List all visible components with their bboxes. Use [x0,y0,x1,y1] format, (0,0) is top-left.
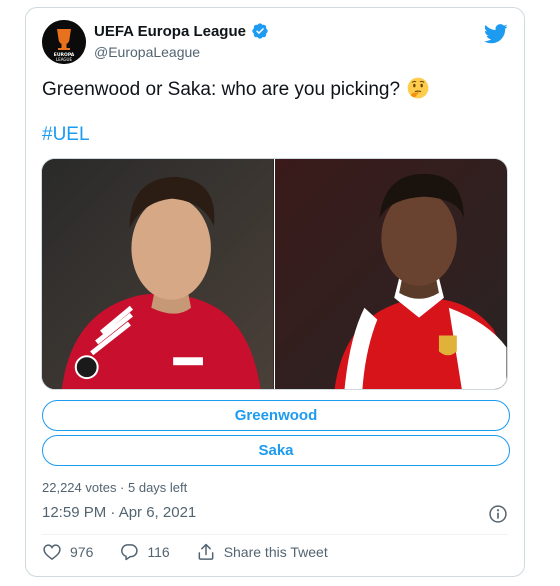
player-photo-right [275,159,507,389]
tweet-text: Greenwood or Saka: who are you picking? [42,77,429,102]
actions-divider [42,534,508,535]
like-count: 976 [70,544,94,560]
share-label: Share this Tweet [223,544,328,560]
tweet-card: EUROPA LEAGUE UEFA Europa League @Europa… [25,7,525,577]
share-icon [198,543,214,560]
tweet-media[interactable] [41,158,508,390]
thinking-face-icon [407,77,429,99]
poll-option-saka[interactable]: Saka [42,435,510,466]
reply-bubble-icon [121,544,139,561]
poll-meta: 22,224 votes · 5 days left [42,480,188,495]
twitter-bird-icon[interactable] [484,24,508,44]
account-name-row[interactable]: UEFA Europa League [94,22,269,40]
tweet-body: Greenwood or Saka: who are you picking? [42,79,401,100]
share-button[interactable]: Share this Tweet [196,542,328,562]
hashtag-link[interactable]: #UEL [42,124,90,146]
svg-text:LEAGUE: LEAGUE [56,57,72,62]
heart-icon [43,544,61,561]
media-right-player[interactable] [275,159,507,389]
account-handle[interactable]: @EuropaLeague [94,44,200,60]
media-left-player[interactable] [42,159,274,389]
account-name[interactable]: UEFA Europa League [94,23,246,40]
poll-option-greenwood[interactable]: Greenwood [42,400,510,431]
verified-badge-icon [252,23,268,39]
europa-league-logo-icon: EUROPA LEAGUE [42,20,86,64]
info-icon[interactable] [488,504,508,524]
tweet-actions: 976 116 Share this Tweet [42,542,328,562]
reply-count: 116 [147,544,170,560]
account-avatar[interactable]: EUROPA LEAGUE [42,20,86,64]
reply-button[interactable]: 116 [119,542,170,562]
like-button[interactable]: 976 [42,542,93,562]
player-photo-left [42,159,274,389]
tweet-timestamp[interactable]: 12:59 PM · Apr 6, 2021 [42,504,196,521]
